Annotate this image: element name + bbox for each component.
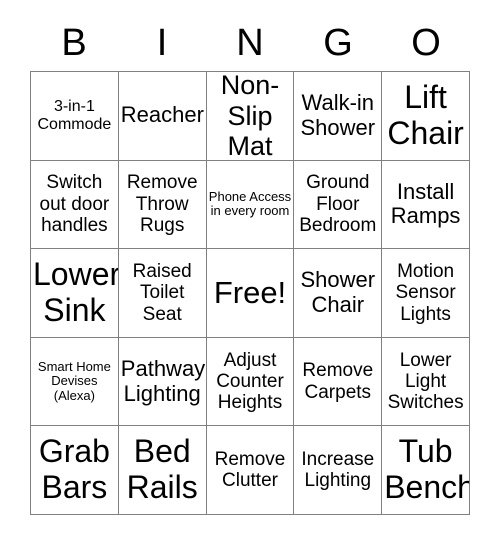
bingo-cell[interactable]: Bed Rails [118,426,207,515]
bingo-cell[interactable]: Shower Chair [294,249,383,338]
header-letter-o: O [411,21,441,64]
header-letter-b: B [61,21,87,64]
bingo-cell[interactable]: Remove Carpets [294,337,383,427]
bingo-cell-label: Tub Bench [384,433,470,506]
bingo-cell-label: Phone Access in every room [208,188,292,219]
bingo-cell-label: Pathway Lighting [120,355,206,406]
bingo-cell[interactable]: Lower Light Switches [382,337,470,427]
bingo-cell-label: Lift Chair [387,78,464,151]
bingo-header: B I N G O [30,14,470,71]
bingo-cell[interactable]: Grab Bars [31,426,119,515]
bingo-cell-label: Remove Clutter [214,448,286,492]
bingo-cell-label: Grab Bars [38,433,110,506]
bingo-cell-label: Motion Sensor Lights [395,261,456,325]
bingo-cell-label: Ground Floor Bedroom [299,172,377,237]
bingo-cell-label: Raised Toilet Seat [132,261,192,325]
bingo-cell[interactable]: Ground Floor Bedroom [294,160,383,250]
bingo-cell-label: Remove Throw Rugs [126,172,198,237]
bingo-cell-label: Free! [213,274,287,310]
bingo-cell[interactable]: Remove Clutter [206,426,295,515]
bingo-cell-label: Smart Home Devises (Alexa) [37,358,111,403]
bingo-cell[interactable]: Adjust Counter Heights [206,337,295,427]
bingo-free-space[interactable]: Free! [206,249,295,338]
header-letter-i: I [156,21,168,64]
bingo-grid: 3-in-1 Commode Reacher Non-Slip Mat Walk-in… [30,71,470,515]
bingo-cell[interactable]: Install Ramps [382,160,470,250]
bingo-cell[interactable]: Walk-in Shower [294,72,383,161]
header-letter-g: G [323,21,353,64]
bingo-cell-label: Bed Rails [126,433,198,506]
bingo-cell-label: Lower Sink [33,256,119,328]
bingo-cell[interactable]: Smart Home Devises (Alexa) [31,337,119,427]
bingo-cell[interactable]: Switch out door handles [31,160,119,250]
bingo-cell-label: Lower Light Switches [387,349,464,414]
bingo-cell-label: 3-in-1 Commode [37,97,112,133]
bingo-cell[interactable]: Lift Chair [382,72,470,161]
bingo-cell-label: Non-Slip Mat [220,72,280,161]
bingo-cell-label: Adjust Counter Heights [216,349,284,414]
bingo-cell-label: Switch out door handles [39,172,110,237]
bingo-cell-label: Increase Lighting [301,448,375,492]
bingo-cell[interactable]: Tub Bench [382,426,470,515]
bingo-cell-label: Reacher [120,102,204,128]
bingo-cell[interactable]: Pathway Lighting [118,337,207,427]
bingo-cell-label: Remove Carpets [302,360,374,403]
bingo-cell[interactable]: Reacher [118,72,207,161]
header-letter-n: N [236,21,264,64]
bingo-cell-label: Walk-in Shower [300,90,376,140]
bingo-cell[interactable]: 3-in-1 Commode [31,72,119,161]
bingo-cell-label: Shower Chair [300,267,376,317]
bingo-cell[interactable]: Remove Throw Rugs [118,160,207,250]
bingo-cell[interactable]: Raised Toilet Seat [118,249,207,338]
bingo-cell[interactable]: Lower Sink [31,249,119,338]
bingo-cell[interactable]: Non-Slip Mat [206,72,295,161]
bingo-card: B I N G O 3-in-1 Commode Reacher Non-Slip … [0,0,500,544]
bingo-cell[interactable]: Motion Sensor Lights [382,249,470,338]
bingo-cell-label: Install Ramps [390,178,461,229]
bingo-cell[interactable]: Phone Access in every room [206,160,295,250]
bingo-cell[interactable]: Increase Lighting [294,426,383,515]
